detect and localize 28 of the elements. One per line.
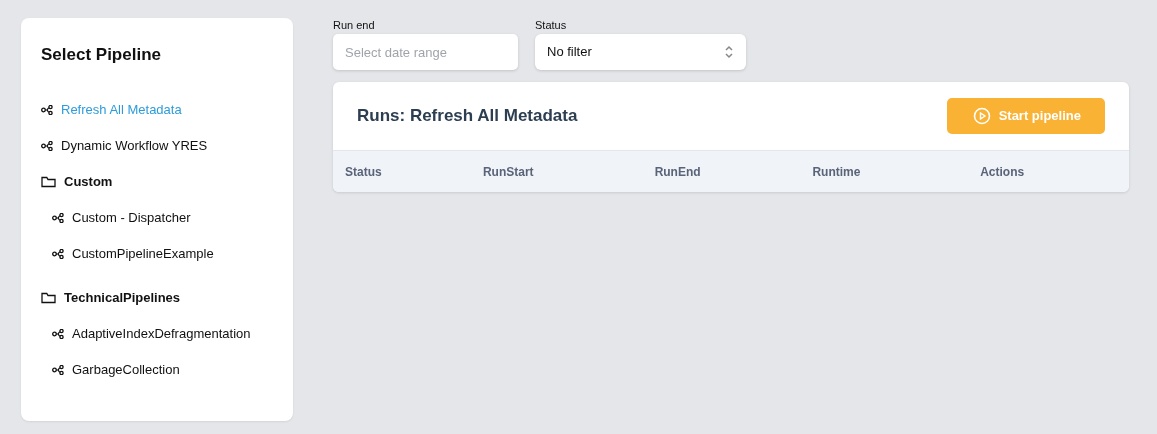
pipeline-item[interactable]: AdaptiveIndexDefragmentation (72, 323, 251, 344)
sidebar-title: Select Pipeline (41, 44, 162, 66)
play-circle-icon (972, 107, 991, 125)
card-title: Runs: Refresh All Metadata (357, 105, 578, 128)
share-nodes-icon (52, 248, 64, 259)
column-header: Runtime (812, 164, 861, 179)
sort-caret-icon (724, 44, 734, 60)
folder-icon (41, 175, 56, 188)
column-header: RunEnd (654, 164, 701, 179)
folder-label[interactable]: Custom (64, 171, 113, 192)
column-header: Actions (980, 164, 1025, 179)
status-select[interactable]: No filter (535, 34, 746, 70)
share-nodes-icon (41, 140, 53, 151)
share-nodes-icon (52, 364, 64, 375)
pipeline-item[interactable]: Custom - Dispatcher (72, 207, 191, 228)
pipeline-item[interactable]: GarbageCollection (72, 359, 180, 380)
pipeline-item[interactable]: CustomPipelineExample (72, 243, 214, 264)
folder-icon (41, 291, 56, 304)
column-header: Status (345, 164, 382, 179)
share-nodes-icon (52, 328, 64, 339)
share-nodes-icon (41, 104, 53, 115)
pipeline-item[interactable]: Dynamic Workflow YRES (61, 135, 208, 156)
field-label: Status (535, 18, 568, 32)
date-range-field[interactable]: Select date range (333, 34, 518, 70)
column-header: RunStart (482, 164, 534, 179)
folder-label[interactable]: TechnicalPipelines (64, 287, 181, 308)
share-nodes-icon (52, 212, 64, 223)
field-label: Run end (333, 18, 376, 32)
